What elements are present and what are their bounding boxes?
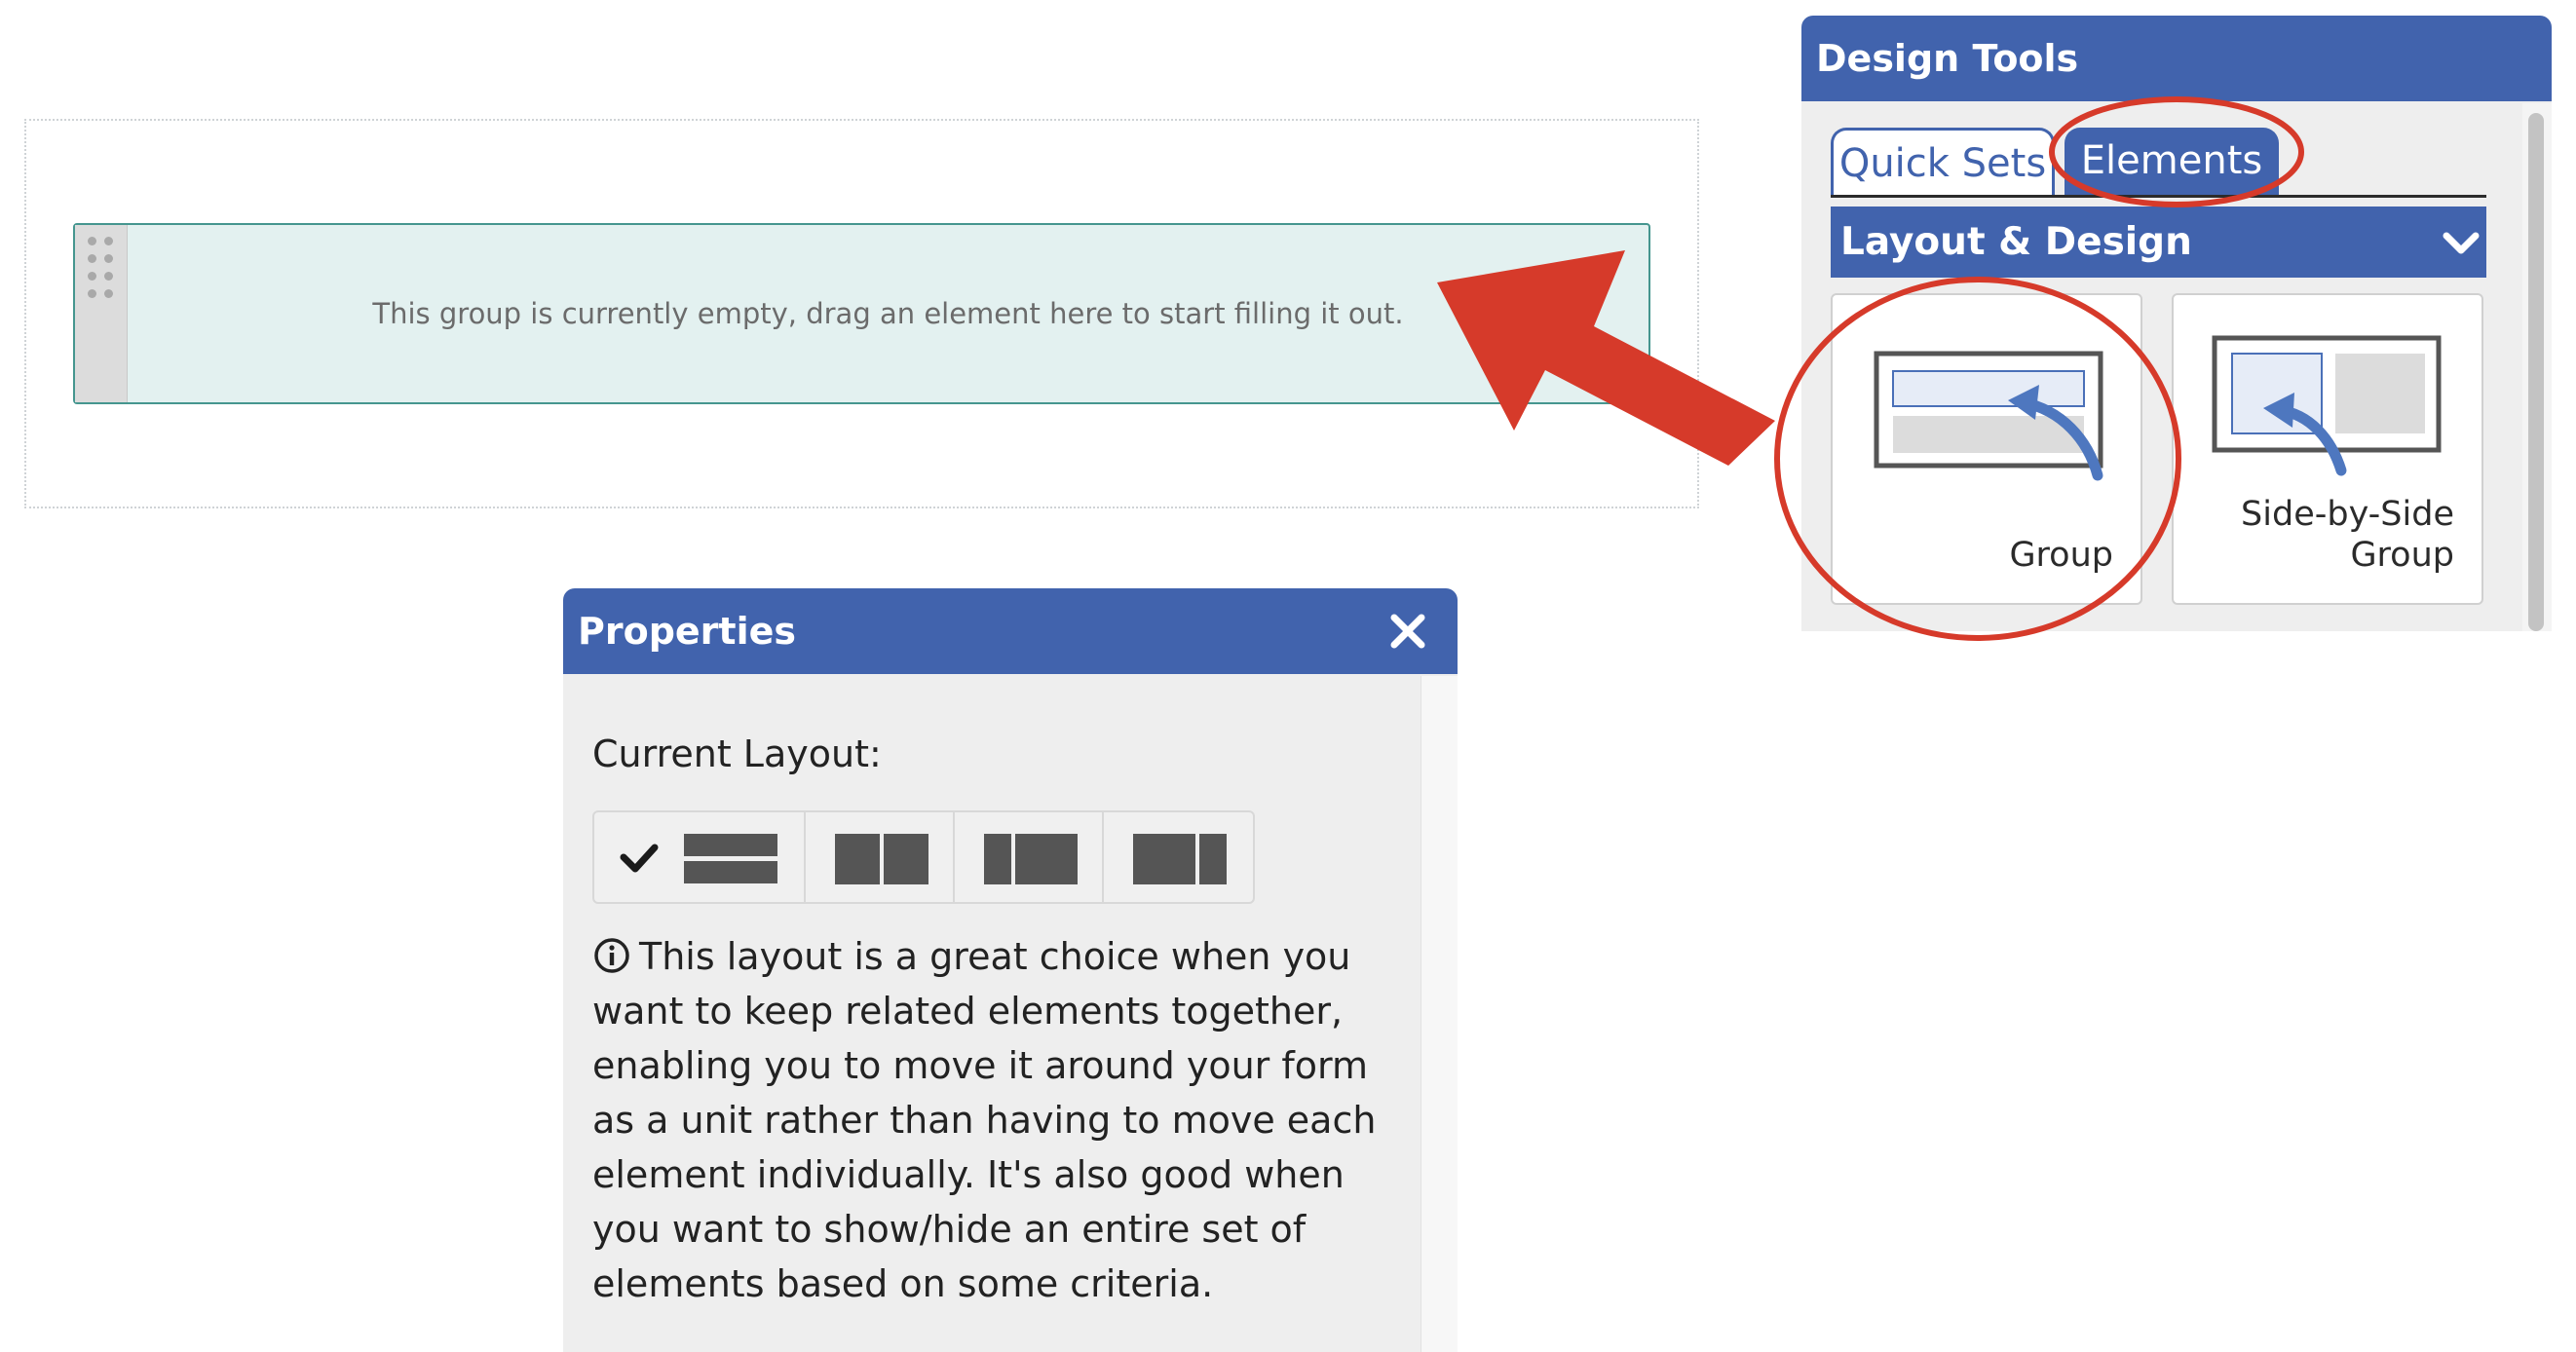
grip-dot	[104, 237, 113, 245]
two-column-wide-left-layout-icon	[983, 834, 1078, 884]
grip-dot	[88, 237, 96, 245]
drag-handle[interactable]	[75, 225, 128, 402]
properties-panel: Properties Current Layout: This layout i…	[563, 588, 1458, 1352]
layout-option-stacked[interactable]	[594, 812, 806, 902]
close-icon[interactable]	[1386, 610, 1429, 653]
grip-dot	[104, 254, 113, 263]
chevron-down-icon	[2443, 232, 2480, 254]
info-icon	[594, 938, 629, 973]
group-tile-label: Group	[2009, 536, 2113, 575]
tile-label-line: Side-by-Side	[2241, 495, 2454, 534]
grip-dot	[88, 254, 96, 263]
design-tools-scrollbar-thumb[interactable]	[2528, 113, 2544, 631]
layout-description: This layout is a great choice when you w…	[592, 929, 1391, 1311]
section-header-layout-design[interactable]: Layout & Design	[1831, 207, 2486, 278]
grip-dot	[104, 272, 113, 281]
tab-underline	[1831, 195, 2486, 198]
empty-group-dropzone[interactable]: This group is currently empty, drag an e…	[73, 223, 1650, 404]
group-placeholder-text: This group is currently empty, drag an e…	[372, 297, 1404, 330]
two-column-wide-right-layout-icon	[1132, 834, 1227, 884]
layout-option-group	[592, 810, 1255, 904]
two-column-equal-layout-icon	[834, 834, 928, 884]
grip-dot	[104, 289, 113, 298]
layout-option-wide-right[interactable]	[1104, 812, 1253, 902]
layout-option-wide-left[interactable]	[955, 812, 1104, 902]
layout-option-two-equal[interactable]	[806, 812, 955, 902]
stacked-layout-icon	[620, 834, 777, 883]
tab-elements[interactable]: Elements	[2065, 128, 2279, 198]
properties-title: Properties	[563, 588, 1458, 674]
grip-dot	[88, 289, 96, 298]
current-layout-label: Current Layout:	[592, 732, 882, 775]
grip-dot	[88, 272, 96, 281]
group-element-tile[interactable]: Group	[1831, 293, 2142, 605]
properties-scrollbar[interactable]	[1421, 676, 1458, 1352]
design-tools-title: Design Tools	[1801, 16, 2552, 101]
design-tools-panel: Design Tools Quick Sets Elements Layout …	[1801, 16, 2552, 631]
layout-description-text: This layout is a great choice when you w…	[592, 935, 1377, 1305]
section-title: Layout & Design	[1840, 220, 2192, 264]
tile-label-line: Group	[2350, 536, 2454, 575]
side-by-side-tile-label: Side-by-Side Group	[2241, 494, 2454, 576]
tab-quick-sets[interactable]: Quick Sets	[1831, 128, 2055, 198]
checkmark-icon	[620, 844, 659, 873]
side-by-side-group-tile[interactable]: Side-by-Side Group	[2172, 293, 2483, 605]
